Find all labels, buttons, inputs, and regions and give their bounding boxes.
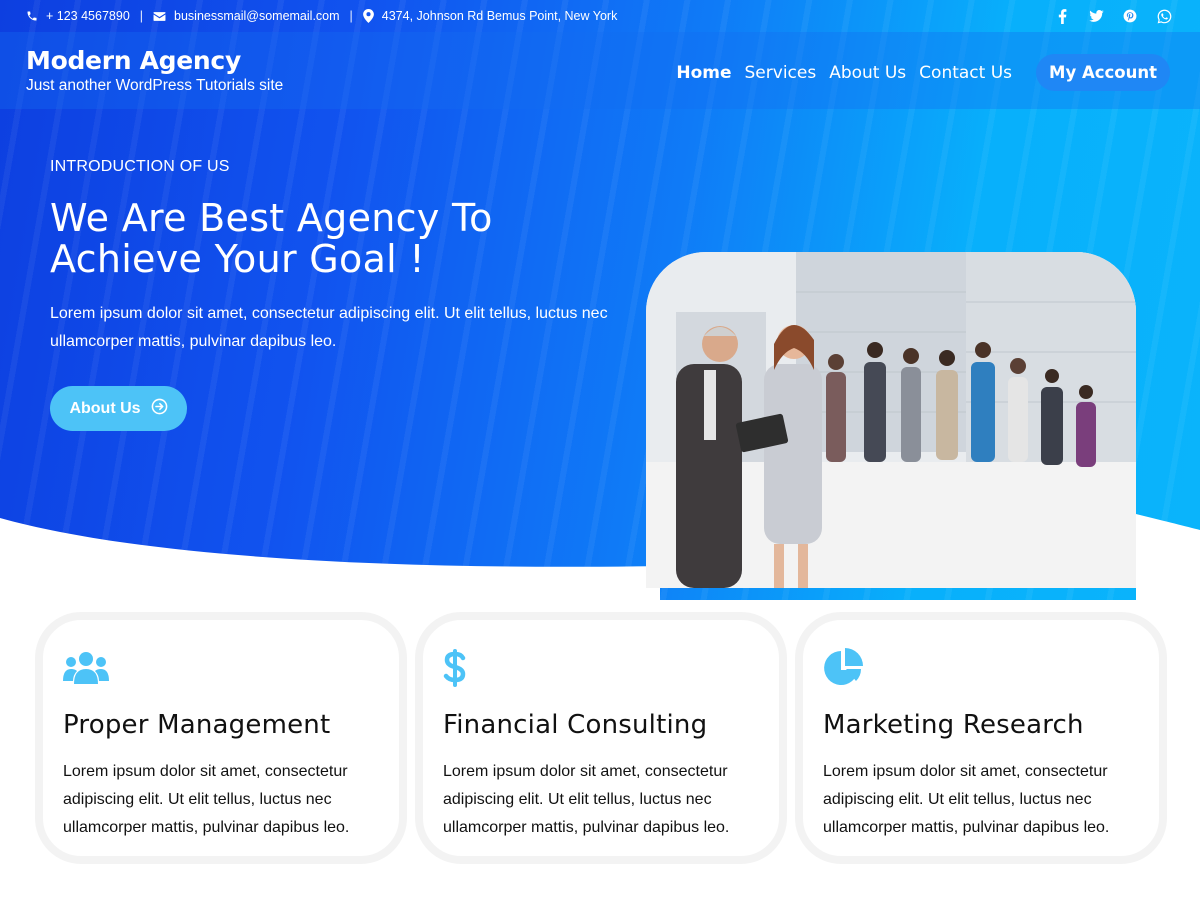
address: 4374, Johnson Rd Bemus Point, New York xyxy=(381,9,618,23)
feature-text-line: adipiscing elit. Ut elit tellus, luctus … xyxy=(443,791,712,808)
feature-text-line: Lorem ipsum dolor sit amet, consectetur xyxy=(63,763,348,780)
nav-item-about-us[interactable]: About Us xyxy=(829,63,906,83)
social-links xyxy=(1054,8,1172,24)
feature-card[interactable]: Proper Management Lorem ipsum dolor sit … xyxy=(35,612,407,864)
main-nav: Home Services About Us Contact Us My Acc… xyxy=(663,54,1170,91)
arrow-circle-right-icon xyxy=(151,398,168,420)
twitter-icon[interactable] xyxy=(1088,8,1104,24)
nav-item-home[interactable]: Home xyxy=(676,63,731,83)
separator: | xyxy=(349,9,353,23)
hero-text: INTRODUCTION OF US We Are Best Agency To… xyxy=(50,158,630,356)
brand: Modern Agency Just another WordPress Tut… xyxy=(26,46,283,95)
feature-card[interactable]: Financial Consulting Lorem ipsum dolor s… xyxy=(415,612,787,864)
hero-headline-line2: Achieve Your Goal ! xyxy=(50,237,425,281)
feature-title: Marketing Research xyxy=(823,710,1084,740)
whatsapp-icon[interactable] xyxy=(1156,8,1172,24)
about-us-button[interactable]: About Us xyxy=(50,386,187,431)
feature-text-line: adipiscing elit. Ut elit tellus, luctus … xyxy=(823,791,1092,808)
site-header: Modern Agency Just another WordPress Tut… xyxy=(0,32,1200,109)
pinterest-icon[interactable] xyxy=(1122,8,1138,24)
feature-text-line: adipiscing elit. Ut elit tellus, luctus … xyxy=(63,791,332,808)
hero-eyebrow: INTRODUCTION OF US xyxy=(50,158,230,175)
feature-text-line: ullamcorper mattis, pulvinar dapibus leo… xyxy=(823,819,1110,836)
dollar-icon xyxy=(443,648,759,688)
feature-text-line: Lorem ipsum dolor sit amet, consectetur xyxy=(443,763,728,780)
email-icon xyxy=(153,11,166,22)
hero-image xyxy=(646,252,1136,588)
hero-headline-line1: We Are Best Agency To xyxy=(50,196,493,240)
hero-headline: We Are Best Agency To Achieve Your Goal … xyxy=(50,198,630,280)
pie-chart-icon xyxy=(823,648,1139,688)
email-address[interactable]: businessmail@somemail.com xyxy=(174,9,340,23)
phone-icon xyxy=(26,10,38,22)
nav-item-services[interactable]: Services xyxy=(745,63,817,83)
feature-title: Financial Consulting xyxy=(443,710,708,740)
feature-card[interactable]: Marketing Research Lorem ipsum dolor sit… xyxy=(795,612,1167,864)
separator: | xyxy=(139,9,144,23)
feature-text: Lorem ipsum dolor sit amet, consectetur … xyxy=(823,758,1139,842)
hero-intro: Lorem ipsum dolor sit amet, consectetur … xyxy=(50,300,630,356)
feature-text-line: ullamcorper mattis, pulvinar dapibus leo… xyxy=(443,819,730,836)
feature-title: Proper Management xyxy=(63,710,331,740)
feature-text: Lorem ipsum dolor sit amet, consectetur … xyxy=(443,758,759,842)
map-marker-icon xyxy=(362,9,374,23)
feature-text-line: Lorem ipsum dolor sit amet, consectetur xyxy=(823,763,1108,780)
phone-number[interactable]: + 123 4567890 xyxy=(46,9,130,23)
my-account-button[interactable]: My Account xyxy=(1036,54,1170,91)
business-people-photo xyxy=(646,252,1136,588)
users-icon xyxy=(63,648,379,688)
about-us-button-label: About Us xyxy=(69,399,141,417)
site-title[interactable]: Modern Agency xyxy=(26,46,283,75)
feature-text: Lorem ipsum dolor sit amet, consectetur … xyxy=(63,758,379,842)
contact-info: + 123 4567890 | businessmail@somemail.co… xyxy=(26,9,617,23)
feature-cards: Proper Management Lorem ipsum dolor sit … xyxy=(35,612,1170,864)
facebook-icon[interactable] xyxy=(1054,8,1070,24)
feature-text-line: ullamcorper mattis, pulvinar dapibus leo… xyxy=(63,819,350,836)
site-tagline: Just another WordPress Tutorials site xyxy=(26,77,284,94)
nav-item-contact-us[interactable]: Contact Us xyxy=(919,63,1012,83)
top-bar: + 123 4567890 | businessmail@somemail.co… xyxy=(0,0,1200,32)
hero-intro-line1: Lorem ipsum dolor sit amet, consectetur … xyxy=(50,305,608,322)
hero-intro-line2: ullamcorper mattis, pulvinar dapibus leo… xyxy=(50,333,337,350)
